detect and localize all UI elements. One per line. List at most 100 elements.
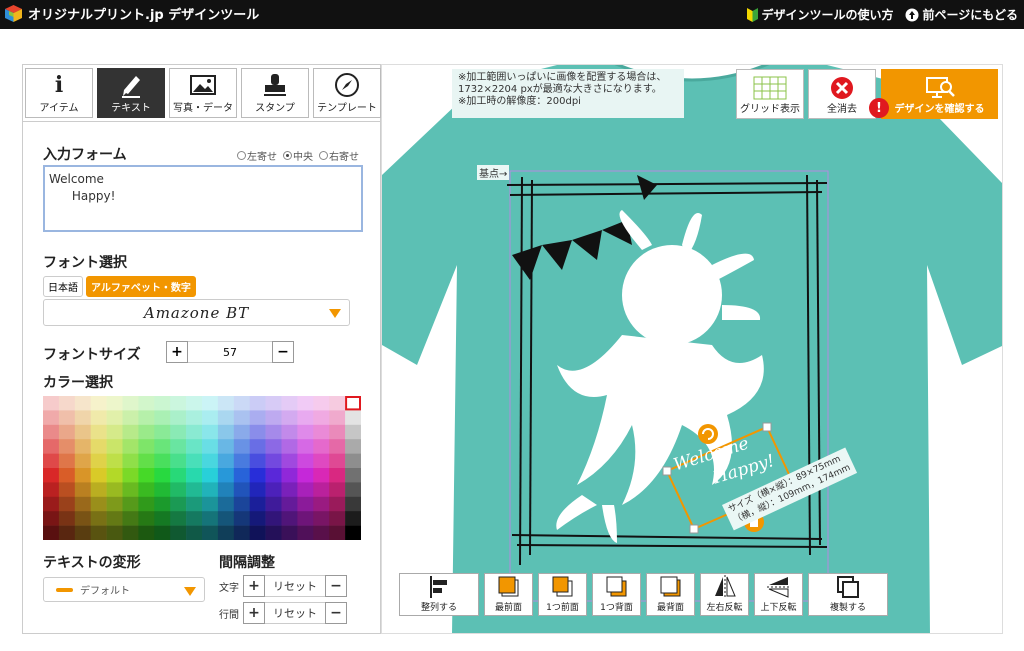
color-swatch[interactable] xyxy=(122,453,139,469)
color-swatch[interactable] xyxy=(90,424,107,440)
color-swatch[interactable] xyxy=(281,511,298,526)
align-left-option[interactable]: 左寄せ xyxy=(237,148,277,163)
line-spacing-decrease-button[interactable]: − xyxy=(325,602,347,624)
color-swatch[interactable] xyxy=(58,468,76,483)
color-swatch[interactable] xyxy=(202,525,219,540)
color-swatch[interactable] xyxy=(329,410,346,426)
color-swatch[interactable] xyxy=(233,511,250,526)
color-swatch[interactable] xyxy=(74,468,91,483)
color-swatch[interactable] xyxy=(74,525,91,540)
color-swatch[interactable] xyxy=(43,396,60,411)
color-swatch[interactable] xyxy=(106,525,123,540)
line-spacing-reset-button[interactable]: リセット xyxy=(265,602,325,624)
color-swatch[interactable] xyxy=(58,424,76,440)
color-swatch[interactable] xyxy=(345,511,361,526)
color-swatch[interactable] xyxy=(217,439,235,454)
color-swatch[interactable] xyxy=(313,424,330,440)
color-swatch[interactable] xyxy=(58,410,76,426)
color-swatch[interactable] xyxy=(106,410,123,426)
color-swatch[interactable] xyxy=(122,439,139,454)
color-swatch[interactable] xyxy=(249,496,266,512)
color-swatch[interactable] xyxy=(186,468,203,483)
color-swatch[interactable] xyxy=(186,511,203,526)
color-swatch[interactable] xyxy=(106,468,123,483)
color-swatch[interactable] xyxy=(313,410,330,426)
color-swatch[interactable] xyxy=(106,453,123,469)
color-swatch[interactable] xyxy=(329,439,346,454)
flip-vertical-button[interactable]: 上下反転 xyxy=(754,573,803,616)
color-swatch[interactable] xyxy=(74,453,91,469)
color-swatch[interactable] xyxy=(313,453,330,469)
color-swatch[interactable] xyxy=(154,496,171,512)
confirm-design-button[interactable]: デザインを確認する xyxy=(881,69,998,119)
color-swatch[interactable] xyxy=(138,468,155,483)
color-swatch[interactable] xyxy=(43,525,60,540)
color-swatch[interactable] xyxy=(313,396,330,411)
color-swatch[interactable] xyxy=(170,468,187,483)
color-swatch[interactable] xyxy=(217,424,235,440)
color-swatch[interactable] xyxy=(265,525,282,540)
color-swatch[interactable] xyxy=(233,482,250,498)
color-swatch[interactable] xyxy=(217,482,235,498)
color-swatch[interactable] xyxy=(154,525,171,540)
color-swatch[interactable] xyxy=(281,482,298,498)
color-swatch[interactable] xyxy=(58,453,76,469)
color-swatch[interactable] xyxy=(202,424,219,440)
color-swatch[interactable] xyxy=(170,496,187,512)
color-swatch[interactable] xyxy=(154,396,171,411)
color-swatch[interactable] xyxy=(233,496,250,512)
color-swatch[interactable] xyxy=(122,424,139,440)
color-swatch[interactable] xyxy=(186,396,203,411)
color-swatch[interactable] xyxy=(170,424,187,440)
color-swatch[interactable] xyxy=(329,396,346,411)
color-swatch[interactable] xyxy=(217,496,235,512)
color-swatch[interactable] xyxy=(122,511,139,526)
color-swatch[interactable] xyxy=(138,396,155,411)
color-swatch[interactable] xyxy=(122,482,139,498)
alphanumeric-fonts-button[interactable]: アルファベット・数字 xyxy=(86,276,196,297)
tab-text[interactable]: テキスト xyxy=(97,68,165,118)
char-spacing-increase-button[interactable]: + xyxy=(243,575,265,597)
color-swatch[interactable] xyxy=(202,482,219,498)
color-swatch[interactable] xyxy=(154,453,171,469)
color-swatch[interactable] xyxy=(138,424,155,440)
japanese-fonts-button[interactable]: 日本語 xyxy=(43,276,83,297)
color-swatch[interactable] xyxy=(217,396,235,411)
color-swatch[interactable] xyxy=(297,525,314,540)
color-swatch[interactable] xyxy=(313,496,330,512)
align-right-option[interactable]: 右寄せ xyxy=(319,148,359,163)
color-swatch[interactable] xyxy=(265,396,282,411)
color-swatch[interactable] xyxy=(90,453,107,469)
color-swatch[interactable] xyxy=(202,410,219,426)
color-swatch[interactable] xyxy=(154,511,171,526)
color-swatch[interactable] xyxy=(170,482,187,498)
color-swatch[interactable] xyxy=(74,439,91,454)
bring-forward-button[interactable]: 1つ前面 xyxy=(538,573,587,616)
color-swatch[interactable] xyxy=(313,511,330,526)
color-swatch[interactable] xyxy=(313,482,330,498)
char-spacing-reset-button[interactable]: リセット xyxy=(265,575,325,597)
color-swatch[interactable] xyxy=(43,496,60,512)
tab-stamp[interactable]: スタンプ xyxy=(241,68,309,118)
color-swatch[interactable] xyxy=(265,439,282,454)
color-swatch[interactable] xyxy=(202,511,219,526)
color-swatch[interactable] xyxy=(74,511,91,526)
color-swatch[interactable] xyxy=(249,396,266,411)
color-swatch[interactable] xyxy=(106,439,123,454)
color-swatch[interactable] xyxy=(329,482,346,498)
color-swatch[interactable] xyxy=(58,439,76,454)
color-swatch[interactable] xyxy=(297,496,314,512)
how-to-use-link[interactable]: デザインツールの使い方 xyxy=(747,6,893,23)
bring-to-front-button[interactable]: 最前面 xyxy=(484,573,533,616)
tab-photo-data[interactable]: 写真・データ xyxy=(169,68,237,118)
color-swatch[interactable] xyxy=(58,511,76,526)
text-input[interactable]: Welcome Happy! xyxy=(43,165,363,232)
color-swatch[interactable] xyxy=(170,453,187,469)
color-swatch[interactable] xyxy=(138,525,155,540)
color-swatch[interactable] xyxy=(43,424,60,440)
color-swatch[interactable] xyxy=(43,468,60,483)
color-swatch[interactable] xyxy=(43,439,60,454)
color-swatch[interactable] xyxy=(170,410,187,426)
color-swatch[interactable] xyxy=(281,396,298,411)
color-swatch[interactable] xyxy=(249,511,266,526)
